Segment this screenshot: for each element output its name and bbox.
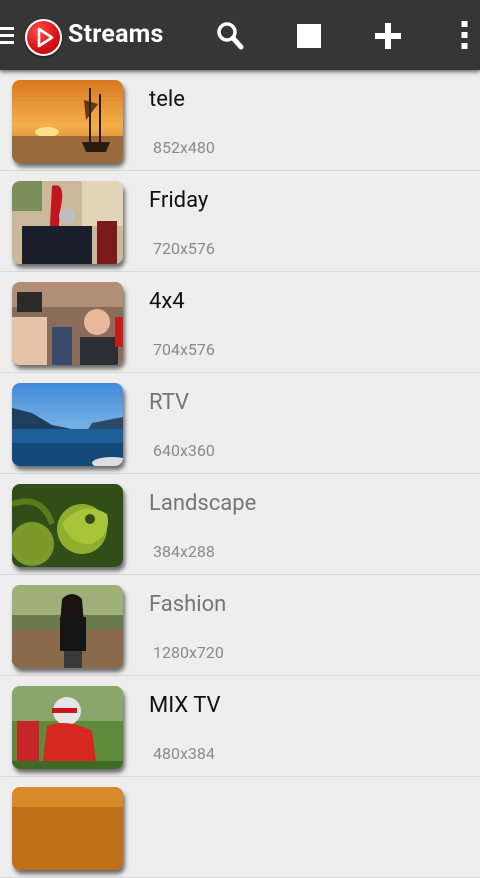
play-logo-icon (25, 19, 62, 56)
overflow-menu-button[interactable] (447, 18, 480, 54)
stream-resolution: 1280x720 (153, 643, 224, 662)
stream-item[interactable]: Fashion 1280x720 (0, 575, 480, 676)
stream-thumbnail (12, 585, 123, 668)
stream-resolution: 384x288 (153, 542, 215, 561)
stream-resolution: 640x360 (153, 441, 215, 460)
stream-name: RTV (149, 390, 190, 415)
stream-item[interactable]: 4x4 704x576 (0, 272, 480, 373)
search-icon (217, 22, 244, 50)
stream-name: tele (149, 87, 185, 112)
stream-item[interactable]: Friday 720x576 (0, 171, 480, 272)
stream-name: Friday (149, 188, 209, 213)
plus-icon (375, 23, 401, 49)
stream-thumbnail (12, 282, 123, 365)
stream-thumbnail (12, 686, 123, 769)
stream-thumbnail (12, 787, 123, 870)
stream-thumbnail (12, 80, 123, 163)
hamburger-menu-icon[interactable] (0, 25, 16, 47)
stop-button[interactable] (291, 18, 327, 54)
stream-name: 4x4 (149, 289, 185, 314)
app-bar: Streams (0, 0, 480, 70)
stream-item[interactable]: RTV 640x360 (0, 373, 480, 474)
stream-name: MIX TV (149, 693, 221, 718)
stop-icon (297, 24, 321, 48)
stream-thumbnail (12, 484, 123, 567)
stream-name: Landscape (149, 491, 257, 516)
app-title: Streams (68, 20, 164, 49)
stream-resolution: 704x576 (153, 340, 215, 359)
more-vertical-icon (461, 21, 468, 49)
search-button[interactable] (212, 18, 248, 54)
stream-name: Fashion (149, 592, 227, 617)
stream-resolution: 720x576 (153, 239, 215, 258)
stream-thumbnail (12, 383, 123, 466)
stream-item[interactable] (0, 777, 480, 878)
stream-resolution: 852x480 (153, 138, 215, 157)
stream-thumbnail (12, 181, 123, 264)
stream-list: tele 852x480 Friday 720x576 4x4 704x576 … (0, 70, 480, 878)
stream-item[interactable]: MIX TV 480x384 (0, 676, 480, 777)
stream-item[interactable]: Landscape 384x288 (0, 474, 480, 575)
add-stream-button[interactable] (370, 18, 406, 54)
stream-item[interactable]: tele 852x480 (0, 70, 480, 171)
stream-resolution: 480x384 (153, 744, 215, 763)
